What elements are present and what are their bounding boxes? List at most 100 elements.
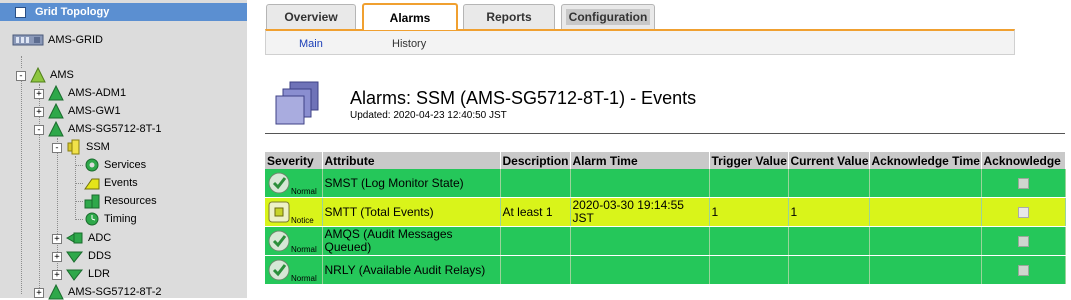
expand-toggle-icon[interactable]: + — [52, 234, 62, 244]
tree-node-label: SSM — [86, 141, 110, 153]
tree-node-label: AMS-SG5712-8T-1 — [68, 123, 162, 135]
collapse-toggle-icon[interactable]: - — [52, 143, 62, 153]
tree-header-label: Grid Topology — [35, 6, 110, 18]
tree-node-sg1[interactable]: AMS-SG5712-8T-1 — [48, 121, 162, 137]
current-value-cell — [788, 226, 870, 256]
acknowledge-checkbox — [1017, 235, 1029, 247]
tree-node-dds[interactable]: DDS — [66, 248, 111, 264]
tree-node-adm1[interactable]: AMS-ADM1 — [48, 85, 126, 101]
expand-toggle-icon[interactable]: + — [52, 252, 62, 262]
node-healthy-icon — [48, 85, 64, 101]
node-healthy-icon — [48, 121, 64, 137]
expand-toggle-icon[interactable]: + — [34, 107, 44, 117]
table-row: Normal AMQS (Audit Messages Queued) — [265, 226, 1066, 256]
expand-toggle-icon[interactable]: + — [34, 288, 44, 298]
collapse-checkbox-icon[interactable] — [15, 6, 26, 18]
tree-node-label: AMS-GW1 — [68, 105, 121, 117]
acknowledge-cell — [981, 197, 1066, 227]
alarm-time-cell — [570, 226, 710, 256]
column-header: Current Value — [788, 152, 870, 169]
severity-cell: Normal — [265, 255, 323, 285]
tab-reports[interactable]: Reports — [463, 4, 555, 29]
tree-node-label: ADC — [88, 232, 112, 244]
tree-node-site[interactable]: AMS — [30, 67, 74, 83]
tree-node-grid[interactable]: AMS-GRID — [12, 32, 103, 48]
tree-node-label: Services — [104, 159, 147, 171]
ack-time-cell — [869, 169, 982, 198]
table-row: Normal NRLY (Available Audit Relays) — [265, 255, 1066, 285]
column-header: Attribute — [322, 152, 501, 169]
tree-node-ssm[interactable]: SSM — [66, 139, 110, 155]
gear-icon — [85, 158, 99, 172]
collapse-toggle-icon[interactable]: - — [16, 71, 26, 81]
trigger-value-cell — [709, 169, 789, 198]
acknowledge-checkbox — [1017, 177, 1029, 189]
expand-toggle-icon[interactable]: + — [52, 270, 62, 280]
column-header: Alarm Time — [570, 152, 710, 169]
tree-header[interactable]: Grid Topology — [0, 3, 247, 21]
severity-cell: Normal — [265, 226, 323, 256]
ack-time-cell — [869, 255, 982, 285]
tab-label: Overview — [284, 10, 338, 24]
site-pyramid-icon — [30, 67, 46, 83]
tab-label: Alarms — [389, 10, 431, 25]
collapse-toggle-icon[interactable]: - — [34, 125, 44, 135]
acknowledge-cell — [981, 169, 1066, 198]
description-cell: At least 1 — [500, 197, 571, 227]
tree-node-label: AMS-GRID — [48, 34, 103, 46]
attribute-cell: SMTT (Total Events) — [322, 197, 501, 227]
tree-node-events[interactable]: Events — [84, 175, 138, 191]
description-cell — [500, 169, 571, 198]
tree-node-label: Timing — [104, 213, 137, 225]
description-cell — [500, 255, 571, 285]
severity-label: Notice — [291, 216, 314, 225]
resources-icon — [84, 194, 100, 209]
service-yellow-icon — [67, 139, 80, 155]
normal-check-icon — [268, 230, 290, 252]
page-title: Alarms: SSM (AMS-SG5712-8T-1) - Events — [350, 88, 697, 108]
column-header: Acknowledge Time — [869, 152, 982, 169]
table-header-row: Severity Attribute Description Alarm Tim… — [265, 152, 1066, 169]
expand-toggle-icon[interactable]: + — [34, 89, 44, 99]
acknowledge-checkbox — [1017, 264, 1029, 276]
current-value-cell — [788, 169, 870, 198]
current-value-cell: 1 — [788, 197, 870, 227]
ldr-service-icon — [66, 269, 84, 281]
tree-node-timing[interactable]: Timing — [84, 211, 137, 227]
column-header: Trigger Value — [709, 152, 789, 169]
adc-service-icon — [66, 232, 83, 244]
ack-time-cell — [869, 226, 982, 256]
trigger-value-cell: 1 — [709, 197, 789, 227]
table-row: Notice SMTT (Total Events) At least 1 20… — [265, 197, 1066, 227]
column-header: Severity — [265, 152, 323, 169]
topology-tree-panel: Grid Topology AMS-GRID - AMS + AMS-ADM1 … — [0, 0, 247, 300]
trigger-value-cell — [709, 226, 789, 256]
tree-node-adc[interactable]: ADC — [66, 230, 111, 246]
tab-alarms[interactable]: Alarms — [362, 3, 458, 30]
normal-check-icon — [268, 259, 290, 281]
trigger-value-cell — [709, 255, 789, 285]
subtab-main[interactable]: Main — [299, 38, 323, 50]
description-cell — [500, 226, 571, 256]
tree-node-label: LDR — [88, 268, 111, 280]
tree-node-gw1[interactable]: AMS-GW1 — [48, 103, 121, 119]
tree-node-services[interactable]: Services — [84, 157, 146, 173]
tree-node-ldr[interactable]: LDR — [66, 266, 110, 282]
alarm-time-cell: 2020-03-30 19:14:55 JST — [570, 197, 710, 227]
tree-node-label: AMS-SG5712-8T-2 — [68, 286, 162, 298]
tree-node-label: DDS — [88, 250, 112, 262]
tab-label: Configuration — [565, 9, 651, 25]
severity-cell: Normal — [265, 169, 323, 198]
notice-square-icon — [268, 201, 290, 223]
column-header: Acknowledge — [981, 152, 1066, 169]
tree-node-label: Resources — [104, 195, 157, 207]
severity-label: Normal — [291, 187, 317, 196]
subtab-history[interactable]: History — [392, 38, 426, 50]
table-row: Normal SMST (Log Monitor State) — [265, 169, 1066, 198]
updated-timestamp: Updated: 2020-04-23 12:40:50 JST — [350, 110, 507, 121]
tab-overview[interactable]: Overview — [266, 4, 356, 29]
acknowledge-checkbox[interactable] — [1017, 206, 1029, 218]
tab-configuration[interactable]: Configuration — [561, 4, 655, 29]
alarm-time-cell — [570, 169, 710, 198]
tree-node-resources[interactable]: Resources — [84, 193, 157, 209]
